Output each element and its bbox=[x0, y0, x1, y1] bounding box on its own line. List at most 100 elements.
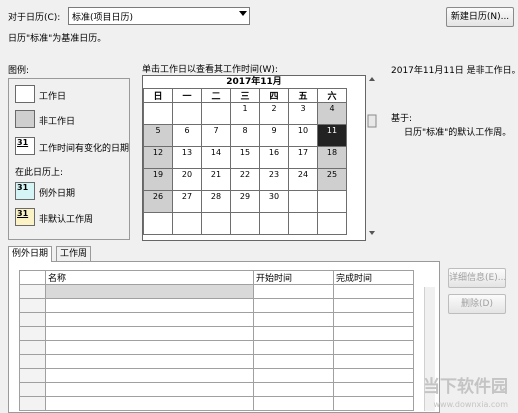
calendar-select[interactable]: 标准(项目日历) bbox=[68, 7, 250, 25]
table-row[interactable] bbox=[19, 284, 414, 299]
table-cell[interactable] bbox=[333, 326, 414, 341]
table-row[interactable] bbox=[19, 382, 414, 397]
table-cell[interactable] bbox=[333, 354, 414, 369]
calendar-day[interactable]: 28 bbox=[201, 190, 231, 213]
calendar-day[interactable]: 3 bbox=[288, 102, 318, 125]
calendar-day[interactable]: 15 bbox=[230, 146, 260, 169]
table-cell[interactable] bbox=[253, 284, 334, 299]
table-row[interactable] bbox=[19, 326, 414, 341]
col-start[interactable]: 开始时间 bbox=[253, 270, 334, 285]
calendar-scrollbar[interactable] bbox=[367, 75, 377, 239]
col-finish[interactable]: 完成时间 bbox=[333, 270, 414, 285]
table-cell[interactable] bbox=[45, 382, 254, 397]
table-cell[interactable] bbox=[45, 368, 254, 383]
delete-button[interactable]: 删除(D) bbox=[448, 294, 506, 314]
calendar-day[interactable]: 12 bbox=[143, 146, 173, 169]
calendar-day[interactable]: 11 bbox=[317, 124, 347, 147]
exceptions-table[interactable]: 名称 开始时间 完成时间 bbox=[19, 270, 414, 411]
calendar-day bbox=[317, 190, 347, 213]
table-cell[interactable] bbox=[45, 312, 254, 327]
row-header[interactable] bbox=[19, 354, 46, 369]
table-cell[interactable] bbox=[45, 326, 254, 341]
table-cell[interactable] bbox=[253, 368, 334, 383]
scroll-down-icon bbox=[369, 231, 375, 235]
table-row[interactable] bbox=[19, 396, 414, 411]
row-header[interactable] bbox=[19, 368, 46, 383]
calendar-day[interactable]: 7 bbox=[201, 124, 231, 147]
calendar-day[interactable]: 24 bbox=[288, 168, 318, 191]
table-cell[interactable] bbox=[333, 312, 414, 327]
calendar-day[interactable]: 26 bbox=[143, 190, 173, 213]
calendar-day[interactable]: 27 bbox=[172, 190, 202, 213]
new-calendar-button[interactable]: 新建日历(N)... bbox=[446, 7, 514, 27]
calendar-day[interactable]: 8 bbox=[230, 124, 260, 147]
calendar-day[interactable]: 29 bbox=[230, 190, 260, 213]
table-cell[interactable] bbox=[333, 284, 414, 299]
calendar-day[interactable]: 25 bbox=[317, 168, 347, 191]
table-row[interactable] bbox=[19, 340, 414, 355]
calendar-day[interactable]: 20 bbox=[172, 168, 202, 191]
row-header[interactable] bbox=[19, 326, 46, 341]
calendar-day[interactable]: 17 bbox=[288, 146, 318, 169]
table-row[interactable] bbox=[19, 354, 414, 369]
day-number: 9 bbox=[271, 126, 277, 135]
tab-exceptions[interactable]: 例外日期 bbox=[8, 246, 53, 262]
calendar-day bbox=[230, 212, 260, 235]
calendar-day[interactable]: 16 bbox=[259, 146, 289, 169]
row-header-corner bbox=[19, 270, 46, 285]
table-cell[interactable] bbox=[253, 326, 334, 341]
table-cell[interactable] bbox=[45, 354, 254, 369]
for-calendar-label: 对于日历(C): bbox=[8, 13, 61, 23]
calendar-day[interactable]: 5 bbox=[143, 124, 173, 147]
table-row[interactable] bbox=[19, 312, 414, 327]
day-number: 12 bbox=[152, 148, 164, 157]
day-number: 10 bbox=[297, 126, 309, 135]
calendar-day[interactable]: 9 bbox=[259, 124, 289, 147]
calendar-day[interactable]: 10 bbox=[288, 124, 318, 147]
table-cell[interactable] bbox=[333, 298, 414, 313]
calendar-day[interactable]: 21 bbox=[201, 168, 231, 191]
table-row[interactable] bbox=[19, 368, 414, 383]
day-number: 28 bbox=[210, 192, 222, 201]
calendar-day[interactable]: 6 bbox=[172, 124, 202, 147]
table-cell[interactable] bbox=[253, 396, 334, 411]
details-button[interactable]: 详细信息(E)... bbox=[448, 268, 506, 288]
table-cell[interactable] bbox=[333, 382, 414, 397]
month-calendar[interactable]: 2017年11月 日一二三四五六 1 2 3 4 5 6 7 8 9 10 11 12 13 14 15 16 1… bbox=[142, 75, 366, 241]
table-cell[interactable] bbox=[45, 396, 254, 411]
table-cell[interactable] bbox=[333, 396, 414, 411]
tab-work-weeks[interactable]: 工作周 bbox=[56, 246, 92, 261]
calendar-day[interactable]: 13 bbox=[172, 146, 202, 169]
calendar-day[interactable]: 22 bbox=[230, 168, 260, 191]
table-cell[interactable] bbox=[45, 340, 254, 355]
row-header[interactable] bbox=[19, 340, 46, 355]
watermark-text: 当下软件园 bbox=[423, 377, 508, 397]
table-cell[interactable] bbox=[333, 368, 414, 383]
calendar-day bbox=[143, 212, 173, 235]
table-cell[interactable] bbox=[253, 382, 334, 397]
calendar-day[interactable]: 14 bbox=[201, 146, 231, 169]
table-cell[interactable] bbox=[253, 298, 334, 313]
calendar-day[interactable]: 2 bbox=[259, 102, 289, 125]
row-header[interactable] bbox=[19, 396, 46, 411]
calendar-day[interactable]: 23 bbox=[259, 168, 289, 191]
row-header[interactable] bbox=[19, 298, 46, 313]
calendar-day bbox=[259, 212, 289, 235]
table-row[interactable] bbox=[19, 298, 414, 313]
calendar-day[interactable]: 1 bbox=[230, 102, 260, 125]
table-cell[interactable] bbox=[333, 340, 414, 355]
row-header[interactable] bbox=[19, 382, 46, 397]
calendar-day[interactable]: 30 bbox=[259, 190, 289, 213]
table-cell[interactable] bbox=[45, 284, 254, 299]
calendar-day[interactable]: 4 bbox=[317, 102, 347, 125]
table-cell[interactable] bbox=[253, 354, 334, 369]
table-cell[interactable] bbox=[45, 298, 254, 313]
table-cell[interactable] bbox=[253, 312, 334, 327]
calendar-day[interactable]: 19 bbox=[143, 168, 173, 191]
col-name[interactable]: 名称 bbox=[45, 270, 254, 285]
row-header[interactable] bbox=[19, 312, 46, 327]
legend-edited: 工作时间有变化的日期 bbox=[39, 144, 130, 154]
calendar-day[interactable]: 18 bbox=[317, 146, 347, 169]
row-header[interactable] bbox=[19, 284, 46, 299]
table-cell[interactable] bbox=[253, 340, 334, 355]
